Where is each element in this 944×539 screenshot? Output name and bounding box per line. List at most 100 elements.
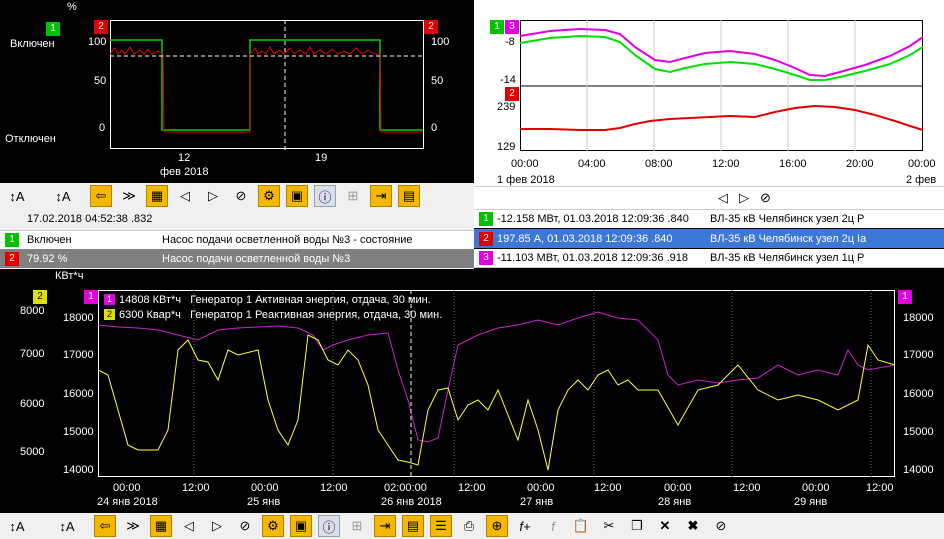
back-arrow-icon[interactable]: ⇦ <box>90 185 112 207</box>
b-x-date: 25 янв <box>247 496 281 508</box>
badge-magenta-tr[interactable]: 3 <box>505 20 519 34</box>
b-x-tick: 12:00 <box>594 482 622 494</box>
delete-all-icon[interactable]: ✖ <box>682 515 704 537</box>
function-icon[interactable]: f+ <box>514 515 536 537</box>
x-sub-date: фев 2018 <box>160 166 209 178</box>
channel-badge-red-right[interactable]: 2 <box>424 20 438 34</box>
print-icon[interactable]: ⎙ <box>458 515 480 537</box>
row-value: 79.92 % <box>27 252 68 265</box>
top-right-plot[interactable] <box>520 20 923 152</box>
table-icon[interactable]: ▤ <box>398 185 420 207</box>
export-icon[interactable]: ⇥ <box>374 515 396 537</box>
bi-tick-17000: 17000 <box>63 349 94 361</box>
bl-tick-6000: 6000 <box>20 398 45 410</box>
row-name: ВЛ-35 кВ Челябинск узел 1ц Р <box>710 252 865 264</box>
legend-text: 6300 Квар*ч Генератор 1 Реактивная энерг… <box>119 308 443 321</box>
b-x-date: 26 янв 2018 <box>381 496 442 508</box>
badge-magenta-left[interactable]: 1 <box>84 290 98 304</box>
tr-tick-bottom-2: 129 <box>497 141 516 153</box>
stop-icon[interactable]: ⊘ <box>760 190 771 206</box>
hide-icon[interactable]: ⊘ <box>710 515 732 537</box>
br-tick-14000: 14000 <box>903 464 934 476</box>
row-value: 197.85 А, 01.03.2018 12:09:36 .840 <box>497 232 673 245</box>
badge-green-tr[interactable]: 1 <box>490 20 504 34</box>
new-page-icon[interactable]: ⊕ <box>486 515 508 537</box>
sort-a-icon[interactable]: ↕A <box>56 515 78 537</box>
b-x-tick: 00:00 <box>664 482 692 494</box>
add-icon: ⊞ <box>347 188 359 203</box>
tr-x-tick-2: 08:00 <box>645 158 673 170</box>
stop-icon[interactable]: ⊘ <box>230 185 252 207</box>
channel-badge-red-left[interactable]: 2 <box>94 20 108 34</box>
fast-forward-icon[interactable]: ≫ <box>118 185 140 207</box>
prev-icon[interactable]: ◁ <box>178 515 200 537</box>
b-x-date: 24 янв 2018 <box>97 496 158 508</box>
table-row[interactable]: 2 79.92 % Насос подачи осветленной воды … <box>0 249 474 268</box>
tick-left-0: 0 <box>99 122 106 134</box>
image-settings-icon[interactable]: ▣ <box>290 515 312 537</box>
calendar-icon[interactable]: ▦ <box>150 515 172 537</box>
next-icon[interactable]: ▷ <box>739 190 749 206</box>
info-icon[interactable]: ⓘ <box>318 515 340 537</box>
row-badge: 1 <box>5 233 19 247</box>
bi-tick-16000: 16000 <box>63 388 94 400</box>
unit-label: % <box>67 1 77 13</box>
tr-tick-top-2: -14 <box>500 74 516 86</box>
tr-date-right: 2 фев <box>906 174 937 186</box>
tr-x-tick-1: 04:00 <box>578 158 606 170</box>
table-icon[interactable]: ▤ <box>402 515 424 537</box>
row-badge: 3 <box>479 251 493 265</box>
bottom-toolbar: ↕A ↕A ⇦ ≫ ▦ ◁ ▷ ⊘ ⚙ ▣ ⓘ ⊞ ⇥ ▤ ☰ ⎙ ⊕ f+ f… <box>0 513 944 539</box>
tick-right-0: 0 <box>431 122 438 134</box>
image-settings-icon[interactable]: ▣ <box>286 185 308 207</box>
table-row[interactable]: 1 Включен Насос подачи осветленной воды … <box>0 230 474 249</box>
table-row[interactable]: 1 -12.158 МВт, 01.03.2018 12:09:36 .840 … <box>474 209 944 228</box>
legend-badge: 2 <box>104 309 115 320</box>
info-icon[interactable]: ⓘ <box>314 185 336 207</box>
x-tick-12: 12 <box>178 152 191 164</box>
prev-icon[interactable]: ◁ <box>174 185 196 207</box>
calendar-icon[interactable]: ▦ <box>146 185 168 207</box>
next-icon[interactable]: ▷ <box>202 185 224 207</box>
row-name: ВЛ-35 кВ Челябинск узел 2ц Ia <box>710 232 867 245</box>
top-left-plot[interactable] <box>110 20 424 150</box>
sort-a-icon[interactable]: ↕A <box>6 185 28 207</box>
back-arrow-icon[interactable]: ⇦ <box>94 515 116 537</box>
tr-x-tick-3: 12:00 <box>712 158 740 170</box>
br-tick-17000: 17000 <box>903 349 934 361</box>
b-x-tick: 00:00 <box>113 482 141 494</box>
b-x-tick: 12:00 <box>458 482 486 494</box>
b-x-tick: 12:00 <box>866 482 894 494</box>
br-tick-15000: 15000 <box>903 426 934 438</box>
bi-tick-14000: 14000 <box>63 464 94 476</box>
b-x-date: 27 янв <box>520 496 554 508</box>
export-icon[interactable]: ⇥ <box>370 185 392 207</box>
prev-icon[interactable]: ◁ <box>718 190 728 206</box>
tick-left-50: 50 <box>94 75 107 87</box>
delete-icon[interactable]: ✕ <box>654 515 676 537</box>
next-icon[interactable]: ▷ <box>206 515 228 537</box>
copy-icon[interactable]: ❐ <box>626 515 648 537</box>
row-badge: 1 <box>479 212 493 226</box>
tr-x-tick-6: 00:00 <box>908 158 936 170</box>
settings-icon[interactable]: ⚙ <box>262 515 284 537</box>
bl-tick-8000: 8000 <box>20 305 45 317</box>
stop-icon[interactable]: ⊘ <box>234 515 256 537</box>
row-value: Включен <box>27 234 72 246</box>
badge-red-tr[interactable]: 2 <box>505 87 519 101</box>
fast-forward-icon[interactable]: ≫ <box>122 515 144 537</box>
tick-right-50: 50 <box>431 75 444 87</box>
row-value: -12.158 МВт, 01.03.2018 12:09:36 .840 <box>497 213 689 225</box>
settings-icon[interactable]: ⚙ <box>258 185 280 207</box>
badge-magenta-right[interactable]: 1 <box>898 290 912 304</box>
split-icon[interactable]: ☰ <box>430 515 452 537</box>
table-row[interactable]: 3 -11.103 МВт, 01.03.2018 12:09:36 .918 … <box>474 249 944 268</box>
cut-icon[interactable]: ✂ <box>598 515 620 537</box>
sort-a-icon[interactable]: ↕A <box>6 515 28 537</box>
row-badge: 2 <box>5 251 19 266</box>
table-row[interactable]: 2 197.85 А, 01.03.2018 12:09:36 .840 ВЛ-… <box>474 229 944 248</box>
channel-badge-green[interactable]: 1 <box>46 22 60 36</box>
b-x-tick: 00:00 <box>527 482 555 494</box>
sort-a-icon[interactable]: ↕A <box>52 185 74 207</box>
badge-yellow-left[interactable]: 2 <box>33 290 47 304</box>
